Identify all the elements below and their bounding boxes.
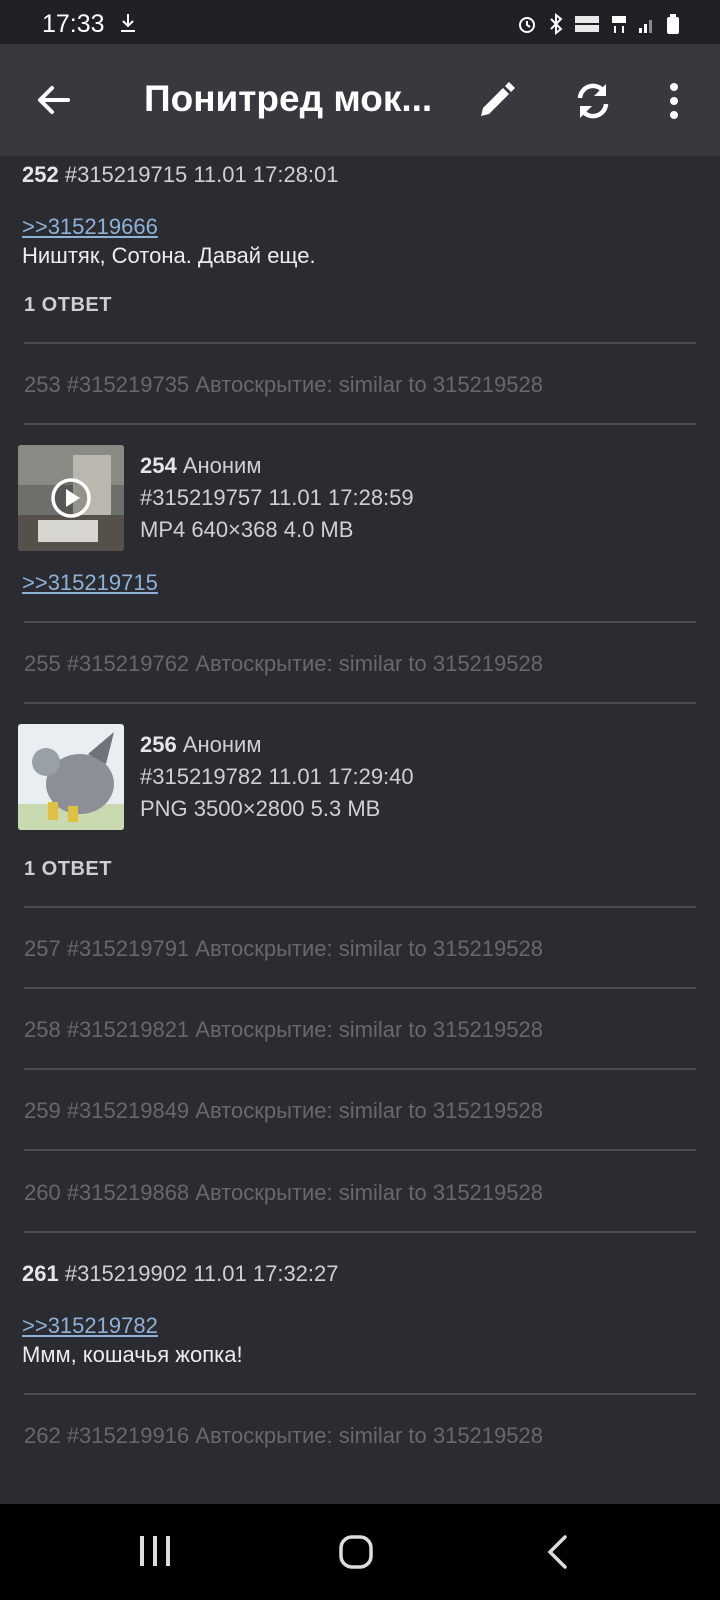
replies-count-button[interactable]: 1 ОТВЕТ [24,858,112,881]
refresh-icon[interactable] [572,80,614,122]
replies-count-button[interactable]: 1 ОТВЕТ [24,294,112,317]
network-4g-icon [612,16,626,33]
nav-back-icon[interactable] [545,1534,569,1570]
play-icon[interactable] [50,477,92,519]
post-number: 252 [22,162,59,187]
post-text: Ништяк, Сотона. Давай еще. [22,243,316,268]
thumbnail-image [18,724,124,830]
post-date: 11.01 17:32:27 [193,1261,339,1286]
divider [24,621,696,623]
thread-feed[interactable]: 252 #315219715 11.01 17:28:01 >>31521966… [0,156,720,1504]
volte-icon [575,16,599,32]
home-icon[interactable] [338,1534,374,1570]
divider [24,1231,696,1233]
divider [24,342,696,344]
post-meta: 254 Аноним #315219757 11.01 17:28:59 MP4… [140,450,414,546]
hidden-post[interactable]: 255 #315219762 Автоскрытие: similar to 3… [24,651,543,677]
reply-link[interactable]: >>315219666 [22,214,158,240]
divider [24,423,696,425]
battery-icon [667,14,679,34]
post-id: #315219902 [64,1261,188,1286]
hidden-post[interactable]: 253 #315219735 Автоскрытие: similar to 3… [24,372,543,398]
post-id-date: #315219757 11.01 17:28:59 [140,485,414,510]
hidden-post[interactable]: 260 #315219868 Автоскрытие: similar to 3… [24,1180,543,1206]
reply-link[interactable]: >>315219715 [22,570,158,596]
post-author: Аноним [182,732,262,757]
file-info: PNG 3500×2800 5.3 MB [140,796,381,821]
hidden-post[interactable]: 259 #315219849 Автоскрытие: similar to 3… [24,1098,543,1124]
post-number: 261 [22,1261,59,1286]
post-id: #315219715 [64,162,188,187]
alarm-icon [519,17,535,33]
bluetooth-icon [550,13,563,35]
post-text: Ммм, кошачья жопка! [22,1342,243,1367]
post-number: 256 [140,732,177,757]
edit-pencil-icon[interactable] [475,80,517,122]
post-number: 254 [140,453,177,478]
divider [24,987,696,989]
post-id-date: #315219782 11.01 17:29:40 [140,764,414,789]
recent-apps-icon[interactable] [138,1534,172,1568]
hidden-post[interactable]: 257 #315219791 Автоскрытие: similar to 3… [24,936,543,962]
divider [24,702,696,704]
status-bar: 17:33 [0,0,720,44]
download-icon [121,14,135,32]
app-bar: Понитред мок... [0,44,720,156]
hidden-post[interactable]: 262 #315219916 Автоскрытие: similar to 3… [24,1423,543,1449]
divider [24,906,696,908]
hidden-post[interactable]: 258 #315219821 Автоскрытие: similar to 3… [24,1017,543,1043]
signal-icon [639,20,652,33]
system-nav-bar [0,1504,720,1600]
video-thumbnail[interactable] [18,445,124,551]
file-info: MP4 640×368 4.0 MB [140,517,354,542]
divider [24,1149,696,1151]
post-date: 11.01 17:28:01 [193,162,339,187]
status-time: 17:33 [42,10,105,38]
image-thumbnail[interactable] [18,724,124,830]
post-author: Аноним [182,453,262,478]
more-options-icon[interactable] [660,80,688,122]
status-icons [516,12,680,36]
post-header: 252 #315219715 11.01 17:28:01 [22,162,339,188]
thread-title: Понитред мок... [144,78,433,119]
divider [24,1393,696,1395]
back-arrow-icon[interactable] [34,80,74,120]
post-meta: 256 Аноним #315219782 11.01 17:29:40 PNG… [140,729,414,825]
reply-link[interactable]: >>315219782 [22,1313,158,1339]
post-header: 261 #315219902 11.01 17:32:27 [22,1261,339,1287]
divider [24,1068,696,1070]
